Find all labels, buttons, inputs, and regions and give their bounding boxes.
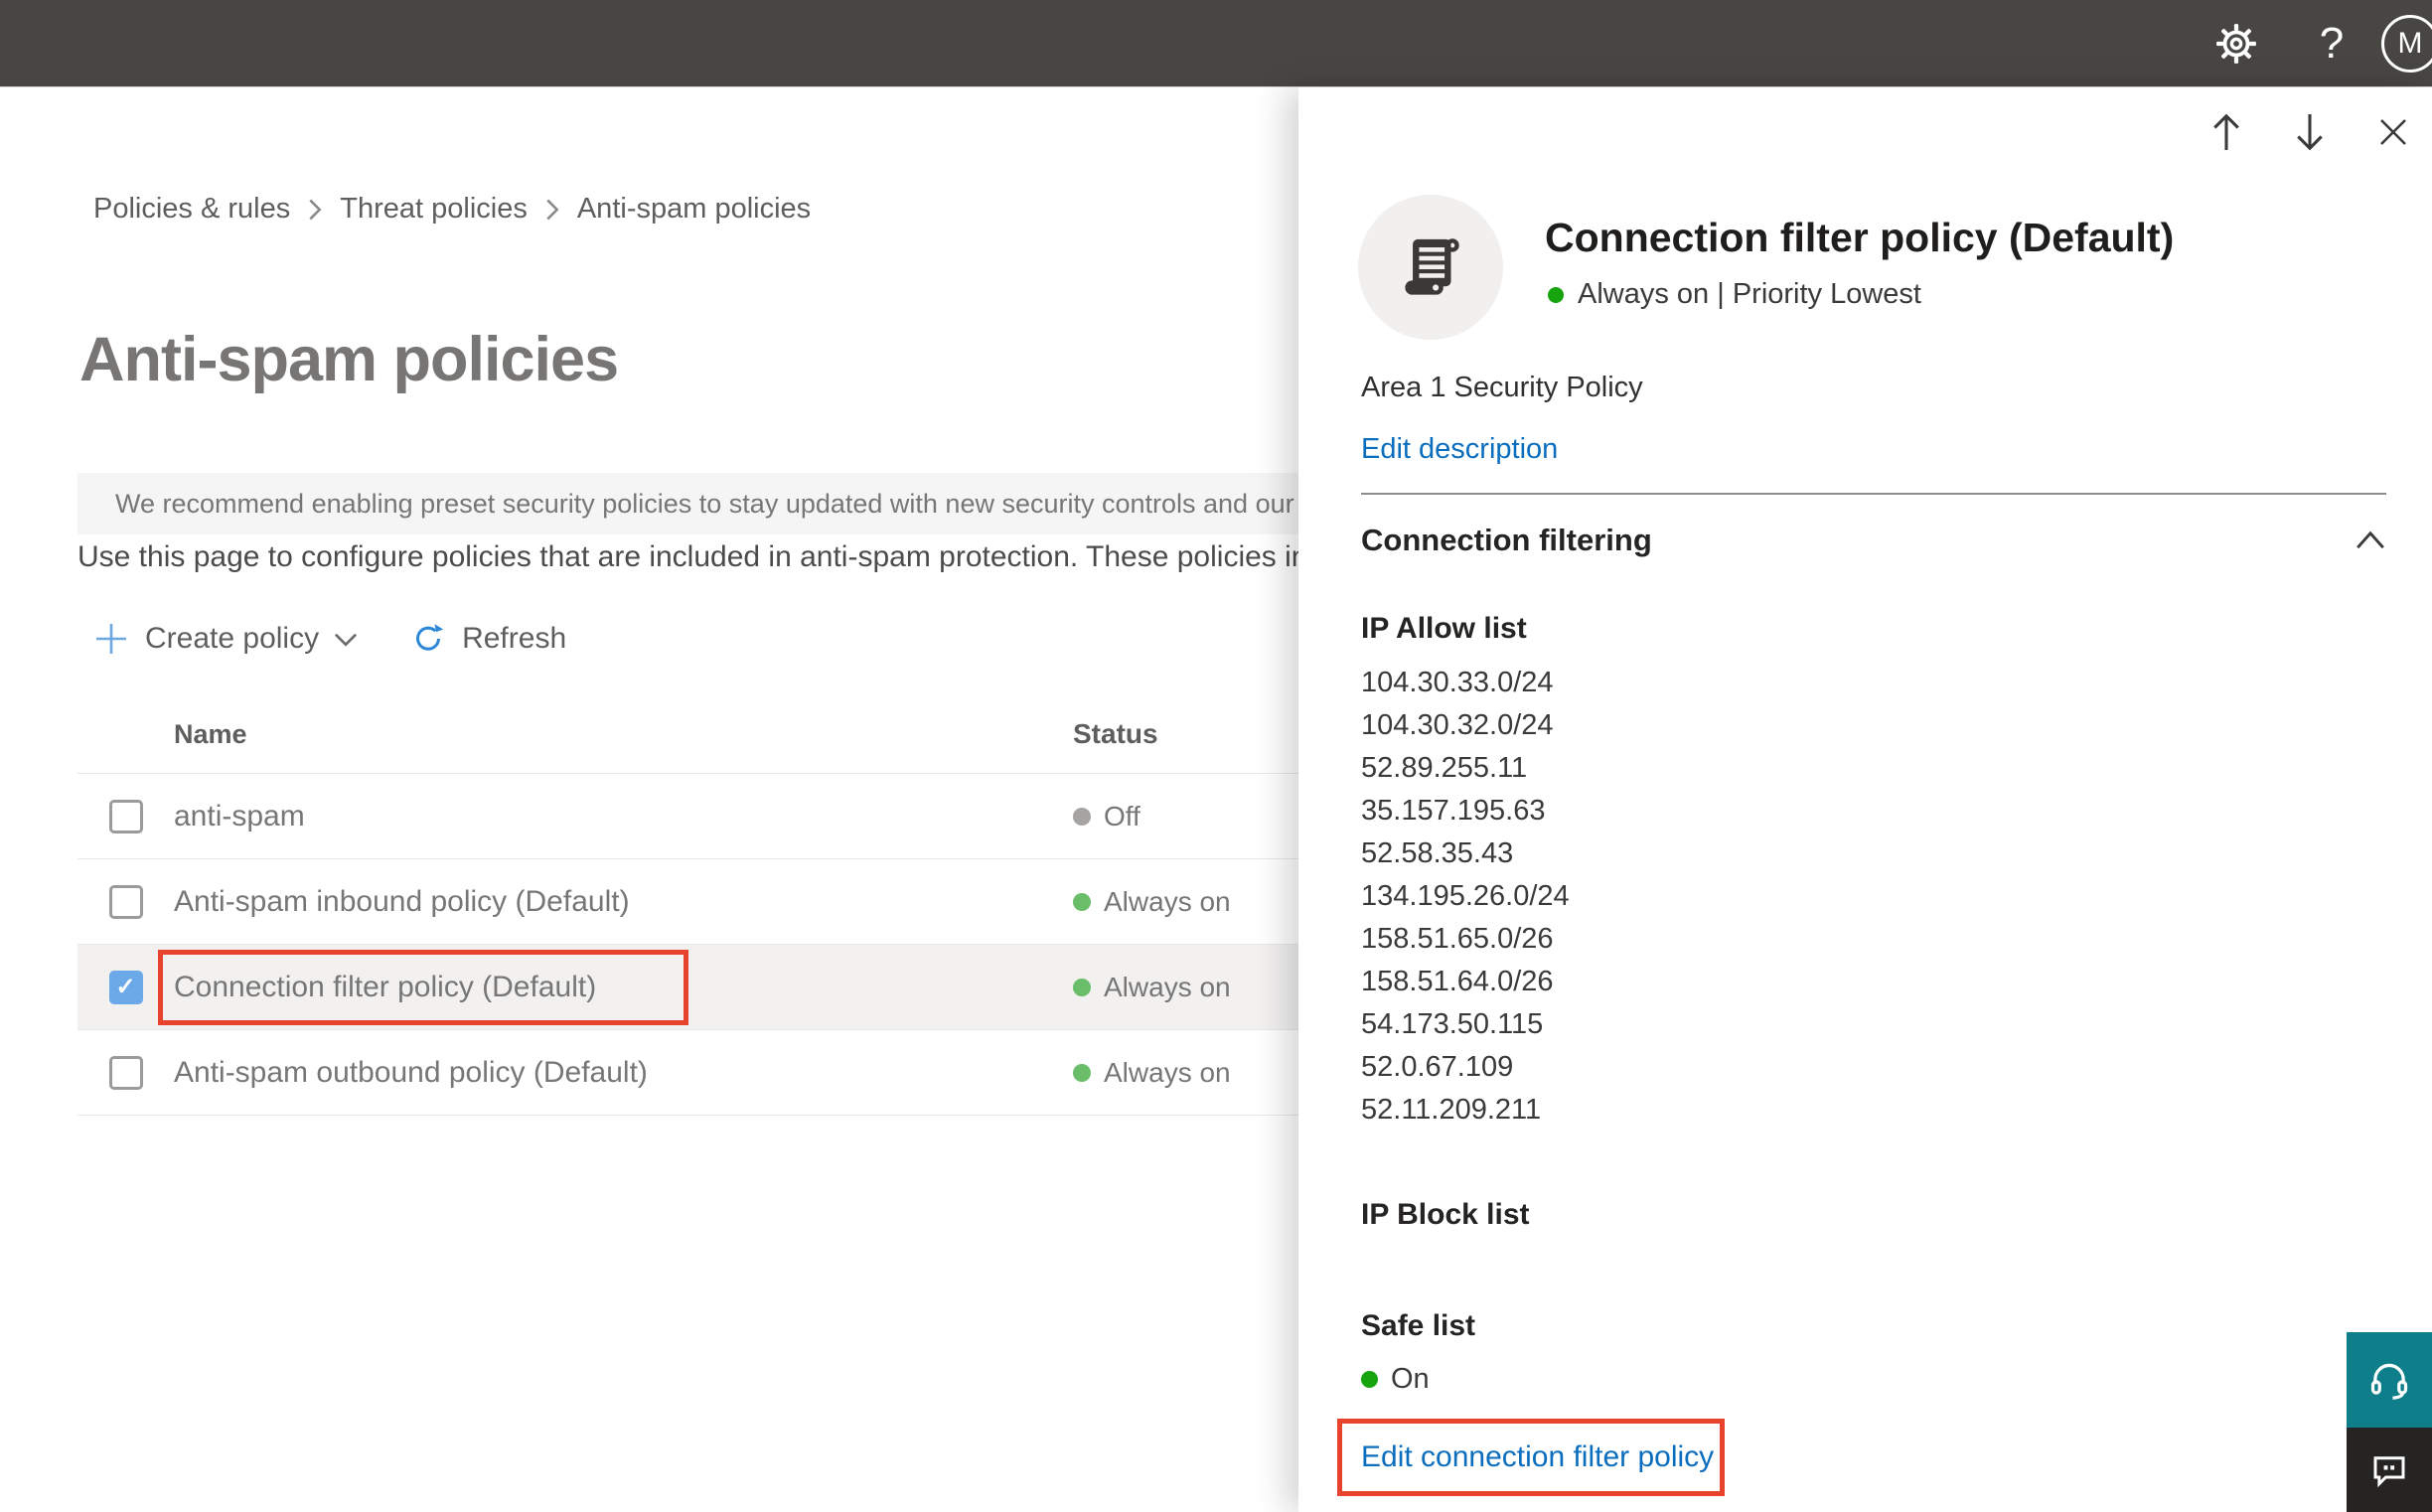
annotation-box-edit-link: Edit connection filter policy	[1337, 1419, 1725, 1496]
page-title: Anti-spam policies	[79, 325, 619, 394]
policy-status: Always on	[1073, 1057, 1298, 1089]
close-flyout-button[interactable]	[2374, 113, 2412, 151]
row-checkbox[interactable]	[108, 799, 143, 833]
security-center-page: ? M Policies & rules Threat policies Ant…	[0, 0, 2432, 1512]
row-checkbox-checked[interactable]	[108, 970, 143, 1004]
ip-entry: 35.157.195.63	[1361, 795, 1546, 827]
refresh-icon	[416, 624, 444, 651]
ip-entry: 158.51.64.0/26	[1361, 966, 1554, 997]
support-button[interactable]	[2347, 1332, 2432, 1428]
topbar: ? M	[0, 0, 2432, 87]
row-checkbox[interactable]	[108, 884, 143, 919]
account-button[interactable]: M	[2380, 0, 2432, 87]
ip-entry: 52.89.255.11	[1361, 752, 1528, 784]
table-row[interactable]: anti-spam Off	[77, 774, 1298, 859]
table-row-selected[interactable]: Connection filter policy (Default) Alway…	[77, 945, 1298, 1030]
plus-icon	[96, 624, 126, 654]
policy-name: Anti-spam inbound policy (Default)	[174, 884, 630, 918]
flyout-status-line: Always on | Priority Lowest	[1548, 278, 1921, 311]
banner-text: We recommend enabling preset security po…	[115, 488, 1298, 519]
section-title: Connection filtering	[1361, 523, 1652, 557]
create-policy-label: Create policy	[145, 622, 320, 655]
chevron-right-icon	[545, 199, 559, 221]
arrow-down-icon	[2297, 114, 2323, 151]
toolbar: Create policy Refresh	[93, 614, 580, 664]
gear-icon	[2216, 24, 2256, 64]
status-dot-icon	[1073, 892, 1091, 911]
help-button[interactable]: ?	[2305, 0, 2358, 87]
ip-entry: 54.173.50.115	[1361, 1008, 1544, 1040]
breadcrumb-threat-policies[interactable]: Threat policies	[340, 193, 528, 226]
status-dot-icon	[1361, 1371, 1378, 1388]
safe-list-title: Safe list	[1361, 1309, 1476, 1342]
page-intro: Use this page to configure policies that…	[77, 540, 1298, 573]
policy-status: Off	[1073, 801, 1298, 832]
ip-entry: 104.30.32.0/24	[1361, 709, 1554, 741]
policy-detail-flyout: Connection filter policy (Default) Alway…	[1298, 87, 2432, 1512]
ip-allow-list: 104.30.33.0/24 104.30.32.0/24 52.89.255.…	[1361, 662, 1570, 1132]
create-policy-button[interactable]: Create policy	[93, 621, 359, 657]
table-row[interactable]: Anti-spam outbound policy (Default) Alwa…	[77, 1030, 1298, 1116]
flyout-nav	[2207, 113, 2412, 151]
row-checkbox[interactable]	[108, 1055, 143, 1090]
status-dot-icon	[1073, 1063, 1091, 1082]
refresh-label: Refresh	[462, 622, 567, 655]
avatar: M	[2381, 15, 2432, 73]
previous-item-button[interactable]	[2207, 113, 2245, 151]
ip-entry: 158.51.65.0/26	[1361, 923, 1554, 955]
policy-name: Anti-spam outbound policy (Default)	[174, 1055, 648, 1089]
breadcrumb-policies-rules[interactable]: Policies & rules	[93, 193, 290, 226]
settings-button[interactable]	[2209, 0, 2263, 87]
policy-status: Always on	[1073, 886, 1298, 918]
close-icon	[2380, 119, 2406, 145]
scroll-icon	[1405, 238, 1459, 295]
chevron-right-icon	[308, 199, 322, 221]
ip-entry: 134.195.26.0/24	[1361, 880, 1570, 912]
ip-entry: 52.11.209.211	[1361, 1094, 1542, 1126]
ip-entry: 104.30.33.0/24	[1361, 667, 1554, 698]
next-item-button[interactable]	[2291, 113, 2329, 151]
chevron-down-icon	[335, 633, 358, 647]
chevron-up-icon	[2356, 530, 2384, 549]
connection-filtering-section-header[interactable]: Connection filtering	[1361, 523, 2386, 558]
edit-description-link[interactable]: Edit description	[1361, 433, 1558, 466]
policy-name: anti-spam	[174, 799, 305, 832]
status-dot-icon	[1073, 978, 1091, 996]
table-row[interactable]: Anti-spam inbound policy (Default) Alway…	[77, 859, 1298, 945]
policy-icon-circle	[1358, 195, 1503, 340]
arrow-up-icon	[2213, 113, 2239, 150]
ip-allow-list-title: IP Allow list	[1361, 612, 1527, 645]
help-icon: ?	[2319, 19, 2345, 68]
refresh-button[interactable]: Refresh	[410, 621, 580, 657]
breadcrumb: Policies & rules Threat policies Anti-sp…	[93, 193, 811, 226]
feedback-button[interactable]	[2347, 1428, 2432, 1512]
headset-icon	[2370, 1363, 2408, 1400]
policy-status: Always on	[1073, 972, 1298, 1003]
status-dot-icon	[1548, 286, 1564, 303]
ip-entry: 52.58.35.43	[1361, 837, 1514, 869]
table-header: Name Status	[77, 695, 1298, 774]
policy-name: Connection filter policy (Default)	[174, 970, 597, 1003]
flyout-title: Connection filter policy (Default)	[1545, 215, 2175, 260]
annotation-box-row: Connection filter policy (Default)	[158, 949, 689, 1025]
status-dot-icon	[1073, 807, 1091, 826]
column-header-status: Status	[1073, 718, 1158, 749]
safe-list-status: On	[1361, 1363, 1430, 1396]
column-header-name: Name	[174, 718, 247, 749]
policy-description: Area 1 Security Policy	[1361, 372, 1643, 403]
divider	[1361, 493, 2386, 495]
edit-connection-filter-policy-link[interactable]: Edit connection filter policy	[1361, 1440, 1714, 1474]
ip-entry: 52.0.67.109	[1361, 1051, 1514, 1083]
breadcrumb-anti-spam-policies[interactable]: Anti-spam policies	[577, 193, 811, 226]
policies-table: Name Status anti-spam Off Anti-spam inbo…	[77, 695, 1298, 1116]
ip-block-list-title: IP Block list	[1361, 1198, 1530, 1231]
recommendation-banner: We recommend enabling preset security po…	[77, 473, 1298, 534]
feedback-chat-icon	[2373, 1455, 2405, 1487]
